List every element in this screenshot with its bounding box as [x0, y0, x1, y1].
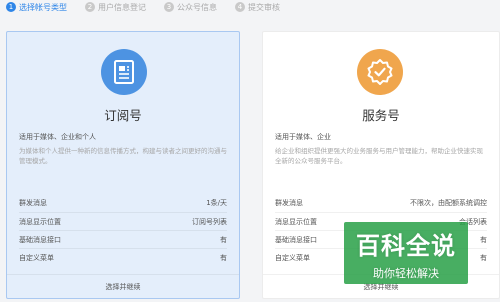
card-title: 服务号: [362, 108, 400, 123]
feature-value: 有: [480, 253, 487, 262]
feature-value: 1条/天: [206, 199, 227, 207]
feature-row: 群发消息 1条/天: [19, 194, 227, 212]
card-title: 订阅号: [104, 108, 142, 123]
feature-label: 自定义菜单: [275, 253, 310, 262]
step-2: 2 用户信息登记: [85, 2, 146, 13]
feature-label: 自定义菜单: [19, 253, 54, 262]
step-number: 1: [6, 2, 16, 12]
feature-label: 消息显示位置: [19, 217, 61, 226]
feature-label: 消息显示位置: [275, 217, 317, 226]
feature-value: 有: [220, 253, 227, 262]
step-3: 3 公众号信息: [164, 2, 217, 13]
feature-value: 不限次，由配额系统调控: [410, 199, 487, 207]
step-number: 3: [164, 2, 174, 12]
feature-label: 群发消息: [275, 199, 303, 207]
watermark-subtitle: 助你轻松解决: [373, 267, 439, 280]
feature-row: 群发消息 不限次，由配额系统调控: [275, 194, 487, 212]
card-subtitle: 适用于媒体、企业: [275, 133, 331, 141]
step-progress: 1 选择帐号类型 2 用户信息登记 3 公众号信息 4 提交审核: [0, 0, 500, 14]
subscription-account-card[interactable]: 订阅号 适用于媒体、企业和个人 为媒体和个人提供一种新的信息传播方式，构建与读者…: [6, 31, 240, 299]
feature-row: 消息显示位置 订阅号列表: [19, 212, 227, 230]
feature-list: 群发消息 1条/天 消息显示位置 订阅号列表 基础消息接口 有 自定义菜单 有: [19, 194, 227, 266]
card-subtitle: 适用于媒体、企业和个人: [19, 133, 96, 141]
step-label: 提交审核: [248, 2, 280, 12]
card-description: 给企业和组织提供更强大的业务服务与用户管理能力，帮助企业快速实现全新的公众号服务…: [275, 147, 483, 165]
step-number: 2: [85, 2, 95, 12]
watermark-title: 百科全说: [356, 232, 456, 260]
step-label: 公众号信息: [177, 2, 217, 12]
feature-value: 订阅号列表: [192, 217, 227, 226]
feature-value: 有: [480, 235, 487, 244]
feature-label: 基础消息接口: [275, 235, 317, 244]
step-number: 4: [235, 2, 245, 12]
step-label: 选择帐号类型: [19, 2, 67, 12]
feature-value: 有: [220, 235, 227, 244]
feature-label: 基础消息接口: [19, 235, 61, 244]
step-1: 1 选择帐号类型: [6, 2, 67, 13]
feature-row: 自定义菜单 有: [19, 248, 227, 266]
feature-label: 群发消息: [19, 199, 47, 207]
feature-row: 基础消息接口 有: [19, 230, 227, 248]
document-icon: [101, 49, 147, 95]
watermark-logo: 百科全说 助你轻松解决: [340, 226, 472, 284]
select-continue-button[interactable]: 选择并继续: [7, 274, 239, 298]
card-description: 为媒体和个人提供一种新的信息传播方式，构建与读者之间更好的沟通与管理模式。: [19, 147, 227, 165]
step-label: 用户信息登记: [98, 2, 146, 12]
step-4: 4 提交审核: [235, 2, 280, 13]
verified-badge-icon: [357, 49, 403, 95]
